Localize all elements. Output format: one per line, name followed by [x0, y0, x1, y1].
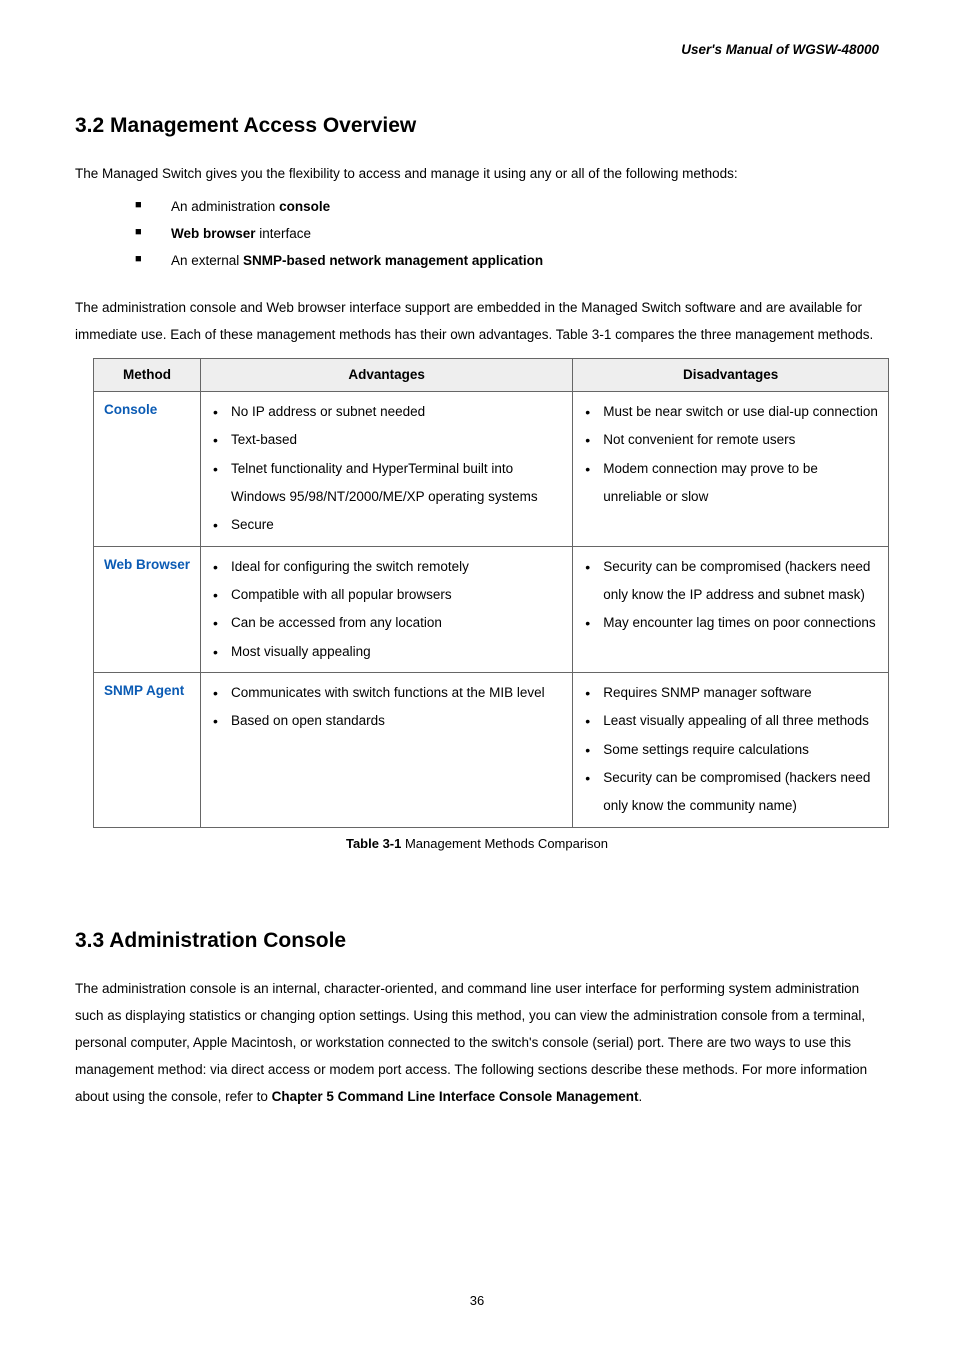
advantages-cell: Communicates with switch functions at th… [201, 673, 573, 828]
table-caption: Table 3-1 Management Methods Comparison [75, 834, 879, 854]
advantages-list: Ideal for configuring the switch remotel… [209, 553, 564, 666]
page-header-title: User's Manual of WGSW-48000 [75, 40, 879, 60]
list-item: Compatible with all popular browsers [213, 581, 564, 609]
list-item: Not convenient for remote users [585, 426, 880, 454]
advantages-cell: No IP address or subnet needed Text-base… [201, 392, 573, 547]
disadvantages-cell: Must be near switch or use dial-up conne… [573, 392, 889, 547]
list-item: Some settings require calculations [585, 736, 880, 764]
list-item-bold: console [279, 199, 330, 214]
list-item-prefix: An administration [171, 199, 279, 214]
section-33-para-suffix: . [638, 1089, 642, 1104]
disadvantages-list: Security can be compromised (hackers nee… [581, 553, 880, 638]
disadvantages-cell: Requires SNMP manager software Least vis… [573, 673, 889, 828]
list-item: Can be accessed from any location [213, 609, 564, 637]
table-caption-label: Table 3-1 [346, 836, 401, 851]
section-33-para-bold: Chapter 5 Command Line Interface Console… [272, 1089, 639, 1104]
disadvantages-cell: Security can be compromised (hackers nee… [573, 546, 889, 672]
method-cell-console: Console [94, 392, 201, 547]
list-item: Based on open standards [213, 707, 564, 735]
list-item: An external SNMP-based network managemen… [135, 247, 879, 274]
list-item: Must be near switch or use dial-up conne… [585, 398, 880, 426]
section-32-para2: The administration console and Web brows… [75, 294, 879, 348]
page-number: 36 [0, 1291, 954, 1311]
list-item: Security can be compromised (hackers nee… [585, 764, 880, 821]
table-row: SNMP Agent Communicates with switch func… [94, 673, 889, 828]
list-item: Requires SNMP manager software [585, 679, 880, 707]
section-33-heading: 3.3 Administration Console [75, 925, 879, 957]
list-item-suffix: interface [256, 226, 312, 241]
section-33-para: The administration console is an interna… [75, 975, 879, 1110]
disadvantages-list: Must be near switch or use dial-up conne… [581, 398, 880, 511]
list-item: Most visually appealing [213, 638, 564, 666]
table-header-row: Method Advantages Disadvantages [94, 358, 889, 391]
management-methods-table: Method Advantages Disadvantages Console … [93, 358, 889, 828]
list-item: An administration console [135, 193, 879, 220]
list-item-prefix: An external [171, 253, 243, 268]
list-item: Least visually appealing of all three me… [585, 707, 880, 735]
list-item: Security can be compromised (hackers nee… [585, 553, 880, 610]
list-item: Ideal for configuring the switch remotel… [213, 553, 564, 581]
advantages-list: Communicates with switch functions at th… [209, 679, 564, 736]
list-item: Modem connection may prove to be unrelia… [585, 455, 880, 512]
list-item: Communicates with switch functions at th… [213, 679, 564, 707]
table-caption-text: Management Methods Comparison [401, 836, 608, 851]
list-item: Secure [213, 511, 564, 539]
list-item: No IP address or subnet needed [213, 398, 564, 426]
management-methods-list: An administration console Web browser in… [75, 193, 879, 274]
section-32-heading: 3.2 Management Access Overview [75, 110, 879, 142]
section-33-para-prefix: The administration console is an interna… [75, 981, 867, 1104]
table-row: Web Browser Ideal for configuring the sw… [94, 546, 889, 672]
list-item-bold: Web browser [171, 226, 256, 241]
table-header-advantages: Advantages [201, 358, 573, 391]
advantages-cell: Ideal for configuring the switch remotel… [201, 546, 573, 672]
list-item: May encounter lag times on poor connecti… [585, 609, 880, 637]
list-item: Text-based [213, 426, 564, 454]
list-item: Web browser interface [135, 220, 879, 247]
table-row: Console No IP address or subnet needed T… [94, 392, 889, 547]
list-item-bold: SNMP-based network management applicatio… [243, 253, 543, 268]
section-32-intro: The Managed Switch gives you the flexibi… [75, 160, 879, 187]
advantages-list: No IP address or subnet needed Text-base… [209, 398, 564, 540]
list-item: Telnet functionality and HyperTerminal b… [213, 455, 564, 512]
disadvantages-list: Requires SNMP manager software Least vis… [581, 679, 880, 821]
method-cell-web-browser: Web Browser [94, 546, 201, 672]
table-header-disadvantages: Disadvantages [573, 358, 889, 391]
method-cell-snmp-agent: SNMP Agent [94, 673, 201, 828]
table-header-method: Method [94, 358, 201, 391]
